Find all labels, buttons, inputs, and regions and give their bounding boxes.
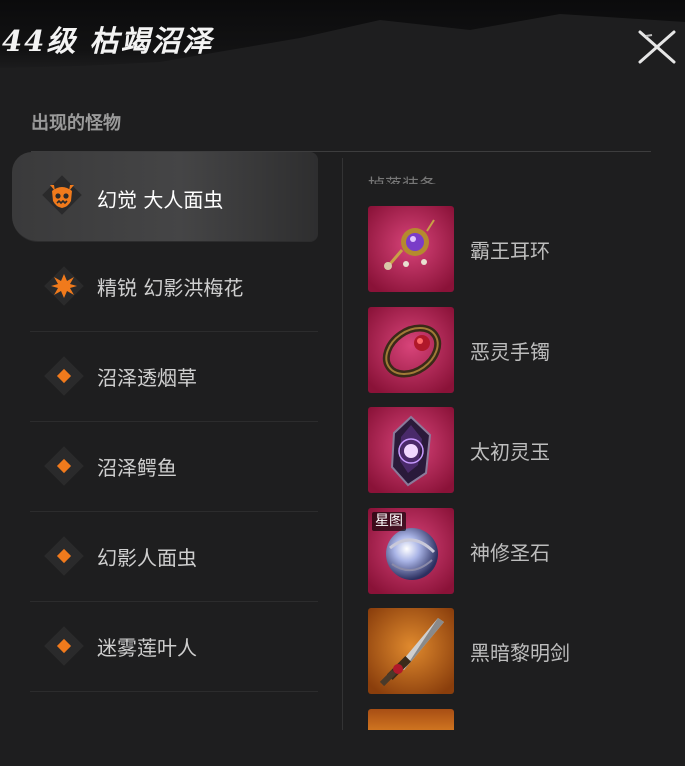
drop-item[interactable]: 黑暗黎明剑 [368, 608, 668, 694]
monster-item[interactable]: 沼泽透烟草 [30, 332, 318, 422]
section-heading: 出现的怪物 [31, 113, 121, 134]
close-button[interactable] [636, 26, 678, 68]
drop-name: 太初灵玉 [470, 440, 550, 464]
drop-name: 神修圣石 [470, 541, 550, 565]
drop-item[interactable]: 霸王耳环 [368, 206, 668, 292]
monster-item[interactable]: 幻觉 大人面虫 [12, 152, 318, 242]
monster-label: 精锐 幻影洪梅花 [97, 276, 244, 300]
drops-heading: 掉落装备 [368, 168, 436, 184]
sword-icon [368, 608, 454, 694]
demon-skull-icon [38, 171, 86, 219]
column-divider [342, 158, 343, 748]
monster-label: 幻影人面虫 [97, 546, 197, 570]
close-icon [638, 30, 676, 64]
bracelet-icon [368, 307, 454, 393]
earring-icon [368, 206, 454, 292]
drop-item[interactable]: 星图 神修圣石 [368, 508, 668, 594]
zone-title: 44级 枯竭沼泽 [2, 24, 214, 58]
diamond-icon [40, 622, 88, 670]
list-bottom-mask [342, 730, 685, 766]
diamond-icon [40, 352, 88, 400]
monster-item[interactable]: 精锐 幻影洪梅花 [30, 242, 318, 332]
drop-name: 黑暗黎明剑 [470, 641, 570, 665]
partial-drop-thumb [368, 709, 454, 730]
drop-item[interactable]: 太初灵玉 [368, 407, 668, 493]
diamond-icon [40, 442, 88, 490]
drop-item[interactable]: 恶灵手镯 [368, 307, 668, 393]
elite-burst-icon [40, 262, 88, 310]
monster-label: 幻觉 大人面虫 [97, 188, 224, 212]
monster-label: 迷雾莲叶人 [97, 636, 197, 660]
monster-item[interactable]: 幻影人面虫 [30, 512, 318, 602]
monster-list: 幻觉 大人面虫 精锐 幻影洪梅花 沼泽透烟草 沼泽鳄鱼 幻影人面虫 迷雾莲叶人 [0, 152, 342, 712]
monster-item[interactable]: 沼泽鳄鱼 [30, 422, 318, 512]
drop-name: 恶灵手镯 [470, 340, 550, 364]
monster-label: 沼泽透烟草 [97, 366, 197, 390]
diamond-icon [40, 532, 88, 580]
monster-item[interactable]: 迷雾莲叶人 [30, 602, 318, 692]
monster-label: 沼泽鳄鱼 [97, 456, 177, 480]
drop-name: 霸王耳环 [470, 239, 550, 263]
crystal-icon [368, 407, 454, 493]
star-badge: 星图 [372, 512, 406, 531]
